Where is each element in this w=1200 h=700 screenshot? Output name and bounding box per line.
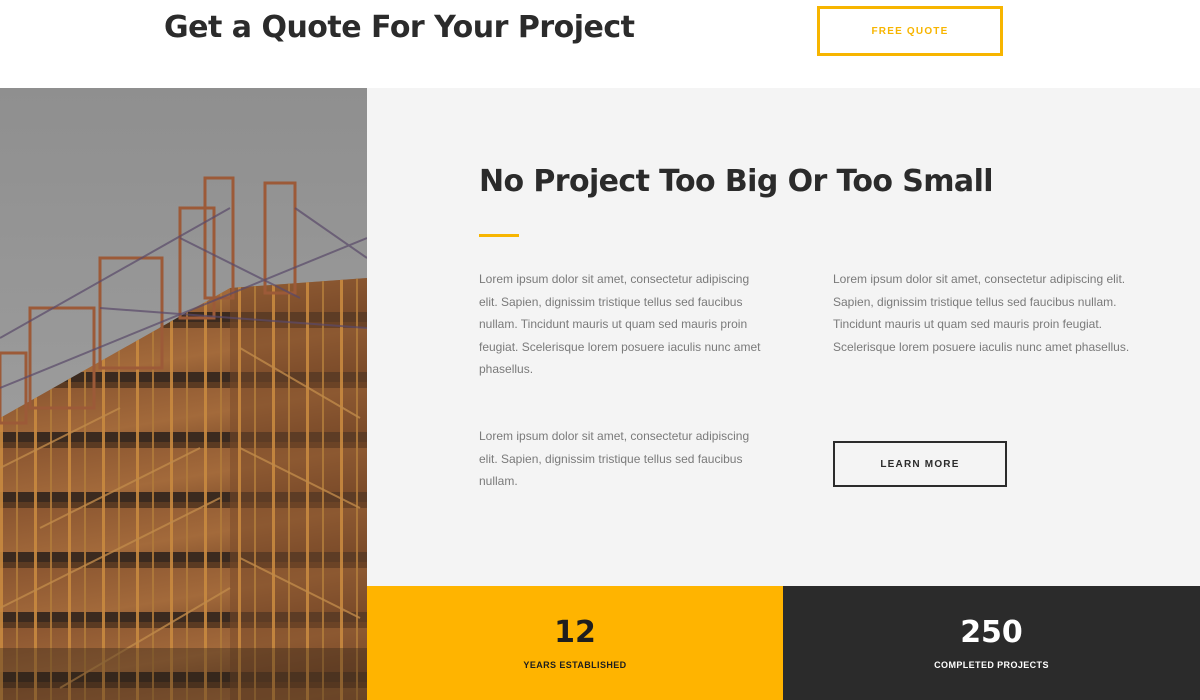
stat-label: YEARS ESTABLISHED <box>523 660 627 670</box>
learn-more-button[interactable]: LEARN MORE <box>833 441 1007 487</box>
quote-bar: Get a Quote For Your Project FREE QUOTE <box>0 0 1200 88</box>
about-paragraph-3: Lorem ipsum dolor sit amet, consectetur … <box>833 272 1130 354</box>
quote-headline: Get a Quote For Your Project <box>164 10 635 45</box>
construction-photo <box>0 88 367 700</box>
stat-number: 250 <box>960 615 1023 650</box>
stat-years-established: 12 YEARS ESTABLISHED <box>367 586 783 700</box>
about-paragraph-1: Lorem ipsum dolor sit amet, consectetur … <box>479 272 761 376</box>
stat-label: COMPLETED PROJECTS <box>934 660 1049 670</box>
about-panel: No Project Too Big Or Too Small Lorem ip… <box>367 88 1200 586</box>
stat-completed-projects: 250 COMPLETED PROJECTS <box>783 586 1200 700</box>
stat-number: 12 <box>554 615 596 650</box>
title-accent-divider <box>479 234 519 237</box>
free-quote-button[interactable]: FREE QUOTE <box>817 6 1003 56</box>
about-title: No Project Too Big Or Too Small <box>479 164 994 199</box>
about-paragraph-2: Lorem ipsum dolor sit amet, consectetur … <box>479 429 750 488</box>
